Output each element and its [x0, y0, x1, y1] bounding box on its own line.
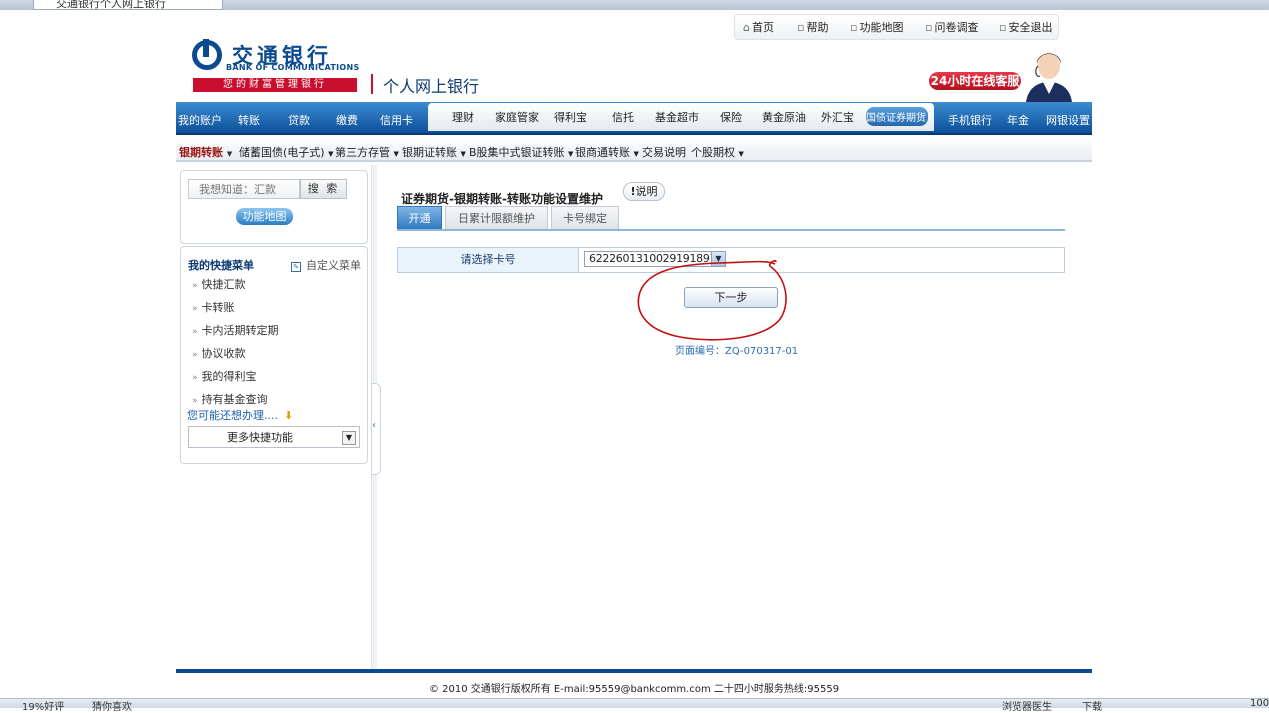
- map-icon: ▫: [850, 21, 858, 34]
- subnav-e-bonds[interactable]: 储蓄国债(电子式) ▼: [239, 144, 333, 160]
- nav-delibao[interactable]: 得利宝: [554, 109, 587, 125]
- quick-item-card-transfer[interactable]: » 卡转账: [192, 299, 235, 315]
- site-title: 个人网上银行: [383, 77, 480, 96]
- nav-forex[interactable]: 外汇宝: [821, 109, 854, 125]
- quick-item-quick-remit[interactable]: » 快捷汇款: [192, 276, 246, 292]
- bullet-icon: »: [192, 304, 198, 314]
- bullet-icon: »: [192, 373, 198, 383]
- tab-underline: [397, 229, 1065, 231]
- quick-menu-title: 我的快捷菜单: [188, 259, 254, 272]
- chevron-down-icon: ▼: [393, 150, 399, 158]
- customize-menu-link[interactable]: ✎ 自定义菜单: [291, 257, 361, 273]
- quick-item-my-delibao[interactable]: » 我的得利宝: [192, 368, 257, 384]
- subnav-trade-notes[interactable]: 交易说明: [642, 144, 686, 160]
- chevron-down-icon: ▼: [328, 150, 334, 158]
- subnav-yinshangtong[interactable]: 银商通转账 ▼: [575, 144, 639, 160]
- nav-my-account[interactable]: 我的账户: [178, 112, 222, 128]
- help-icon: ▫: [797, 21, 805, 34]
- subnav-bank-securities-transfer[interactable]: 银期证转账 ▼: [402, 144, 466, 160]
- nav-securities[interactable]: 国债证券期货: [866, 109, 926, 124]
- bullet-icon: »: [192, 327, 198, 337]
- chevron-left-icon: ‹: [372, 420, 376, 431]
- subnav-third-party-deposit[interactable]: 第三方存管 ▼: [335, 144, 399, 160]
- help-link[interactable]: ▫ 帮助: [797, 19, 828, 35]
- nav-loan[interactable]: 贷款: [288, 112, 310, 128]
- support-agent-avatar: [1026, 53, 1072, 102]
- logout-link[interactable]: ▫ 安全退出: [999, 19, 1052, 35]
- edit-icon: ✎: [291, 262, 301, 272]
- logout-icon: ▫: [999, 21, 1007, 34]
- search-input[interactable]: [188, 179, 300, 199]
- quick-item-agreement-receipt[interactable]: » 协议收款: [192, 345, 246, 361]
- chevron-down-icon: ▼: [568, 150, 574, 158]
- footer-divider: [176, 669, 1092, 673]
- status-download[interactable]: 下载: [1082, 698, 1102, 713]
- quick-item-fund-query[interactable]: » 持有基金查询: [192, 391, 268, 407]
- nav-family-steward[interactable]: 家庭管家: [495, 109, 539, 125]
- nav-gold-oil[interactable]: 黄金原油: [762, 109, 806, 125]
- function-map-button[interactable]: 功能地图: [236, 208, 293, 225]
- help-button[interactable]: !说明: [623, 182, 665, 201]
- subnav-stock-options[interactable]: 个股期权 ▼: [691, 144, 744, 160]
- nav-mobile-banking[interactable]: 手机银行: [948, 112, 992, 128]
- chevron-down-icon: ▼: [460, 150, 466, 158]
- nav-annuity[interactable]: 年金: [1007, 112, 1029, 128]
- function-map-link[interactable]: ▫ 功能地图: [850, 19, 903, 35]
- chevron-down-icon: ▼: [738, 150, 744, 158]
- card-select-label: 请选择卡号: [398, 248, 579, 272]
- bullet-icon: »: [192, 396, 198, 406]
- bullet-icon: »: [192, 281, 198, 291]
- status-browser-doctor[interactable]: 浏览器医生: [1002, 698, 1052, 713]
- status-recommend[interactable]: 猜你喜欢: [92, 698, 132, 713]
- page-title: 证券期货-银期转账-转账功能设置维护: [401, 192, 603, 206]
- browser-tab-title: 交通银行个人网上银行: [56, 0, 166, 10]
- subnav-bank-futures[interactable]: 银期转账 ▼: [179, 144, 232, 160]
- status-rating[interactable]: 19%好评: [22, 698, 64, 713]
- quick-item-current-to-fixed[interactable]: » 卡内活期转定期: [192, 322, 279, 338]
- online-support-button[interactable]: 24小时在线客服: [929, 72, 1021, 90]
- bullet-icon: »: [192, 350, 198, 360]
- footer-copyright: © 2010 交通银行版权所有 E-mail:95559@bankcomm.co…: [428, 684, 840, 695]
- chevron-down-icon: ▼: [342, 431, 356, 445]
- nav-fund-market[interactable]: 基金超市: [655, 109, 699, 125]
- top-links-bar: ⌂ 首页 ▫ 帮助 ▫ 功能地图 ▫ 问卷调查 ▫ 安全退出: [734, 14, 1059, 40]
- nav-settings[interactable]: 网银设置: [1046, 112, 1090, 128]
- red-circle-annotation: [637, 259, 787, 341]
- nav-insurance[interactable]: 保险: [720, 109, 742, 125]
- nav-wealth[interactable]: 理财: [452, 109, 474, 125]
- browser-tab[interactable]: 交通银行个人网上银行: [33, 0, 223, 10]
- tab-card-binding[interactable]: 卡号绑定: [551, 206, 619, 229]
- nav-payment[interactable]: 缴费: [336, 112, 358, 128]
- sidebar-collapse-handle[interactable]: ‹: [371, 383, 381, 475]
- nav-trust[interactable]: 信托: [612, 109, 634, 125]
- home-icon: ⌂: [743, 21, 750, 34]
- chevron-down-icon: ▼: [633, 150, 639, 158]
- bank-logo-icon: [192, 39, 222, 70]
- search-button[interactable]: 搜 索: [300, 179, 347, 199]
- browser-status-bar: [0, 698, 1269, 708]
- bank-name-en: BANK OF COMMUNICATIONS: [226, 63, 360, 72]
- nav-credit-card[interactable]: 信用卡: [380, 112, 413, 128]
- survey-link[interactable]: ▫ 问卷调查: [925, 19, 978, 35]
- home-link[interactable]: ⌂ 首页: [743, 19, 774, 35]
- more-functions-select[interactable]: 更多快捷功能 ▼: [188, 426, 360, 448]
- nav-transfer[interactable]: 转账: [238, 112, 260, 128]
- logo-separator: [371, 74, 373, 94]
- bank-slogan: 您的财富管理银行: [193, 78, 357, 92]
- subnav-b-share-transfer[interactable]: B股集中式银证转账 ▼: [469, 144, 573, 160]
- chevron-down-icon: ▼: [226, 150, 233, 158]
- status-zoom[interactable]: 100%: [1250, 698, 1269, 709]
- survey-icon: ▫: [925, 21, 933, 34]
- arrow-down-icon: ⬇: [284, 409, 294, 422]
- suggestions-label: 您可能还想办理.... ⬇: [187, 409, 294, 422]
- tab-open[interactable]: 开通: [397, 206, 442, 229]
- tab-daily-limit[interactable]: 日累计限额维护: [445, 206, 548, 229]
